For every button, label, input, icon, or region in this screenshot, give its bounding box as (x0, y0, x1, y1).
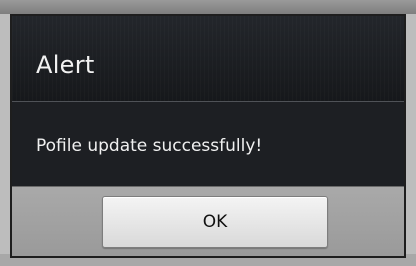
dialog-button-bar: OK (12, 186, 404, 256)
ok-button[interactable]: OK (102, 196, 328, 248)
dialog-message: Pofile update successfully! (36, 136, 263, 156)
alert-dialog: Alert Pofile update successfully! OK (10, 14, 406, 258)
background-top (0, 0, 416, 14)
dialog-title: Alert (36, 51, 95, 79)
dialog-message-area: Pofile update successfully! (12, 102, 404, 186)
dialog-title-bar: Alert (12, 16, 404, 102)
ok-button-label: OK (202, 212, 228, 232)
